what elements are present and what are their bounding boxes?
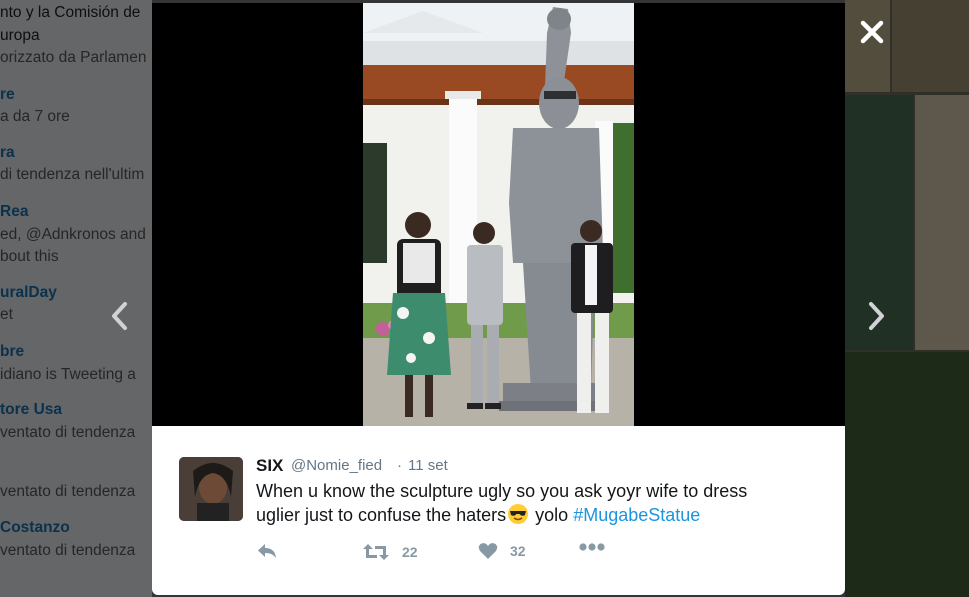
background-trend-text: di tendenza nell'ultim [0, 166, 145, 183]
like-button[interactable]: 32 [478, 542, 526, 560]
chevron-left-icon [108, 302, 130, 336]
background-trend-text: bre [0, 343, 25, 360]
avatar[interactable] [179, 457, 243, 521]
background-trend-text: re [0, 86, 15, 103]
background-trend-text: ed, @Adnkronos and [0, 226, 146, 243]
next-button[interactable] [866, 300, 888, 332]
background-trend-text: et [0, 306, 13, 323]
background-photo-grid [845, 0, 969, 597]
close-icon [858, 20, 886, 50]
background-trends-panel: nto y la Comisión de uropa orizzato da Par… [0, 0, 152, 597]
background-trend-text: bout this [0, 248, 59, 265]
background-trend-text: Rea [0, 203, 29, 220]
tweet-text-line2: uglier just to confuse the haters [256, 505, 507, 525]
background-trend-text: nto y la Comisión de [0, 4, 141, 21]
author-handle[interactable]: @Nomie_fied [291, 457, 382, 474]
more-button[interactable] [578, 542, 606, 552]
background-trend-text: uropa [0, 27, 40, 44]
background-trend-text: ventato di tendenza [0, 542, 136, 559]
background-trend-text: a da 7 ore [0, 108, 70, 125]
meta-separator: · [397, 457, 402, 474]
retweet-icon [362, 542, 390, 562]
close-button[interactable] [858, 18, 886, 46]
retweet-button[interactable]: 22 [362, 542, 418, 562]
media-viewer [152, 3, 845, 426]
chevron-right-icon [866, 302, 888, 336]
tweet-text-yolo: yolo [530, 505, 574, 525]
retweet-count: 22 [402, 544, 418, 560]
author-name[interactable]: SIX [256, 456, 283, 476]
background-trend-text: ventato di tendenza [0, 483, 136, 500]
sunglasses-emoji-icon [507, 503, 529, 525]
tweet-text: When u know the sculpture ugly so you as… [256, 479, 816, 527]
background-trend-text: tore Usa [0, 401, 63, 418]
background-trend-text: uralDay [0, 284, 57, 301]
background-trend-text: Costanzo [0, 519, 70, 536]
statue-photo [363, 3, 634, 426]
tweet-text-line1: When u know the sculpture ugly so you as… [256, 481, 748, 501]
heart-icon [478, 542, 498, 560]
background-trend-text: ra [0, 144, 15, 161]
like-count: 32 [510, 543, 526, 559]
tweet-card: SIX @Nomie_fied · 11 set When u know the… [152, 426, 845, 595]
hashtag-link[interactable]: #MugabeStatue [573, 505, 700, 525]
background-trend-text: ventato di tendenza [0, 424, 136, 441]
previous-button[interactable] [108, 300, 130, 332]
background-trend-text: orizzato da Parlamen [0, 49, 147, 66]
reply-icon [256, 542, 278, 560]
background-trend-text: idiano is Tweeting a [0, 366, 136, 383]
reply-button[interactable] [256, 542, 278, 560]
tweet-date[interactable]: 11 set [408, 457, 448, 474]
more-icon [578, 542, 606, 552]
